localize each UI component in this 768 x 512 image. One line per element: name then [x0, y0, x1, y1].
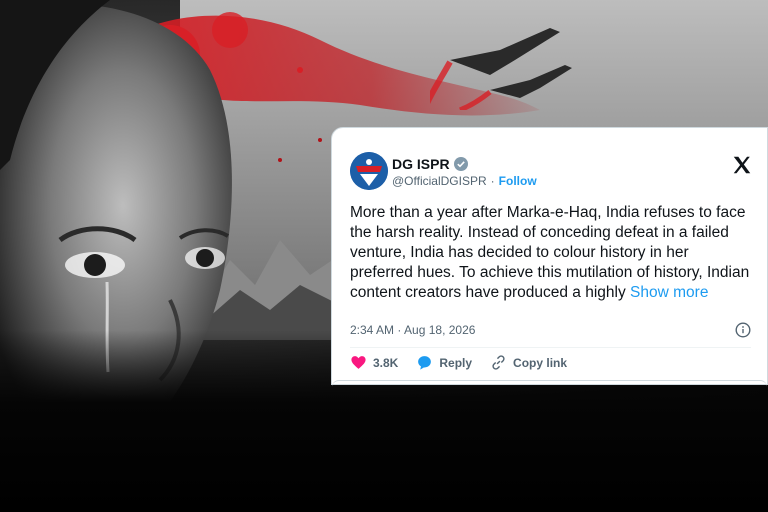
- ispr-emblem-icon: [350, 152, 388, 190]
- heart-icon: [351, 356, 366, 369]
- name-row: DG ISPR: [392, 156, 468, 172]
- like-button[interactable]: 3.8K: [350, 354, 398, 371]
- copy-link-label: Copy link: [513, 355, 568, 370]
- reply-box-edge: [332, 380, 767, 387]
- link-icon: [492, 355, 505, 370]
- display-name[interactable]: DG ISPR: [392, 156, 450, 172]
- promo-image: DG ISPR @OfficialDGISPR · Follow More th…: [0, 0, 768, 512]
- tweet-timestamp[interactable]: 2:34 AM · Aug 18, 2026: [350, 323, 475, 337]
- copy-link-button[interactable]: Copy link: [490, 354, 567, 371]
- reply-bubble-icon: [418, 356, 432, 370]
- divider: [350, 347, 751, 348]
- handle[interactable]: @OfficialDGISPR: [392, 174, 487, 188]
- avatar[interactable]: [350, 152, 388, 190]
- show-more-link[interactable]: Show more: [630, 284, 708, 301]
- handle-row: @OfficialDGISPR · Follow: [392, 174, 537, 188]
- separator-dot: ·: [490, 174, 495, 188]
- info-icon[interactable]: [735, 322, 751, 338]
- verified-badge-icon: [453, 157, 468, 171]
- reply-button[interactable]: Reply: [416, 354, 472, 371]
- follow-button[interactable]: Follow: [499, 174, 537, 188]
- tweet-actions: 3.8K Reply Copy link: [350, 354, 567, 371]
- x-logo-icon[interactable]: [731, 154, 753, 176]
- like-count: 3.8K: [373, 355, 399, 370]
- tweet-text: More than a year after Marka-e-Haq, Indi…: [350, 203, 750, 303]
- reply-label: Reply: [439, 355, 473, 370]
- fighter-jets: [430, 28, 572, 110]
- tweet-header: DG ISPR @OfficialDGISPR · Follow: [350, 152, 753, 194]
- tweet-card[interactable]: DG ISPR @OfficialDGISPR · Follow More th…: [331, 127, 768, 385]
